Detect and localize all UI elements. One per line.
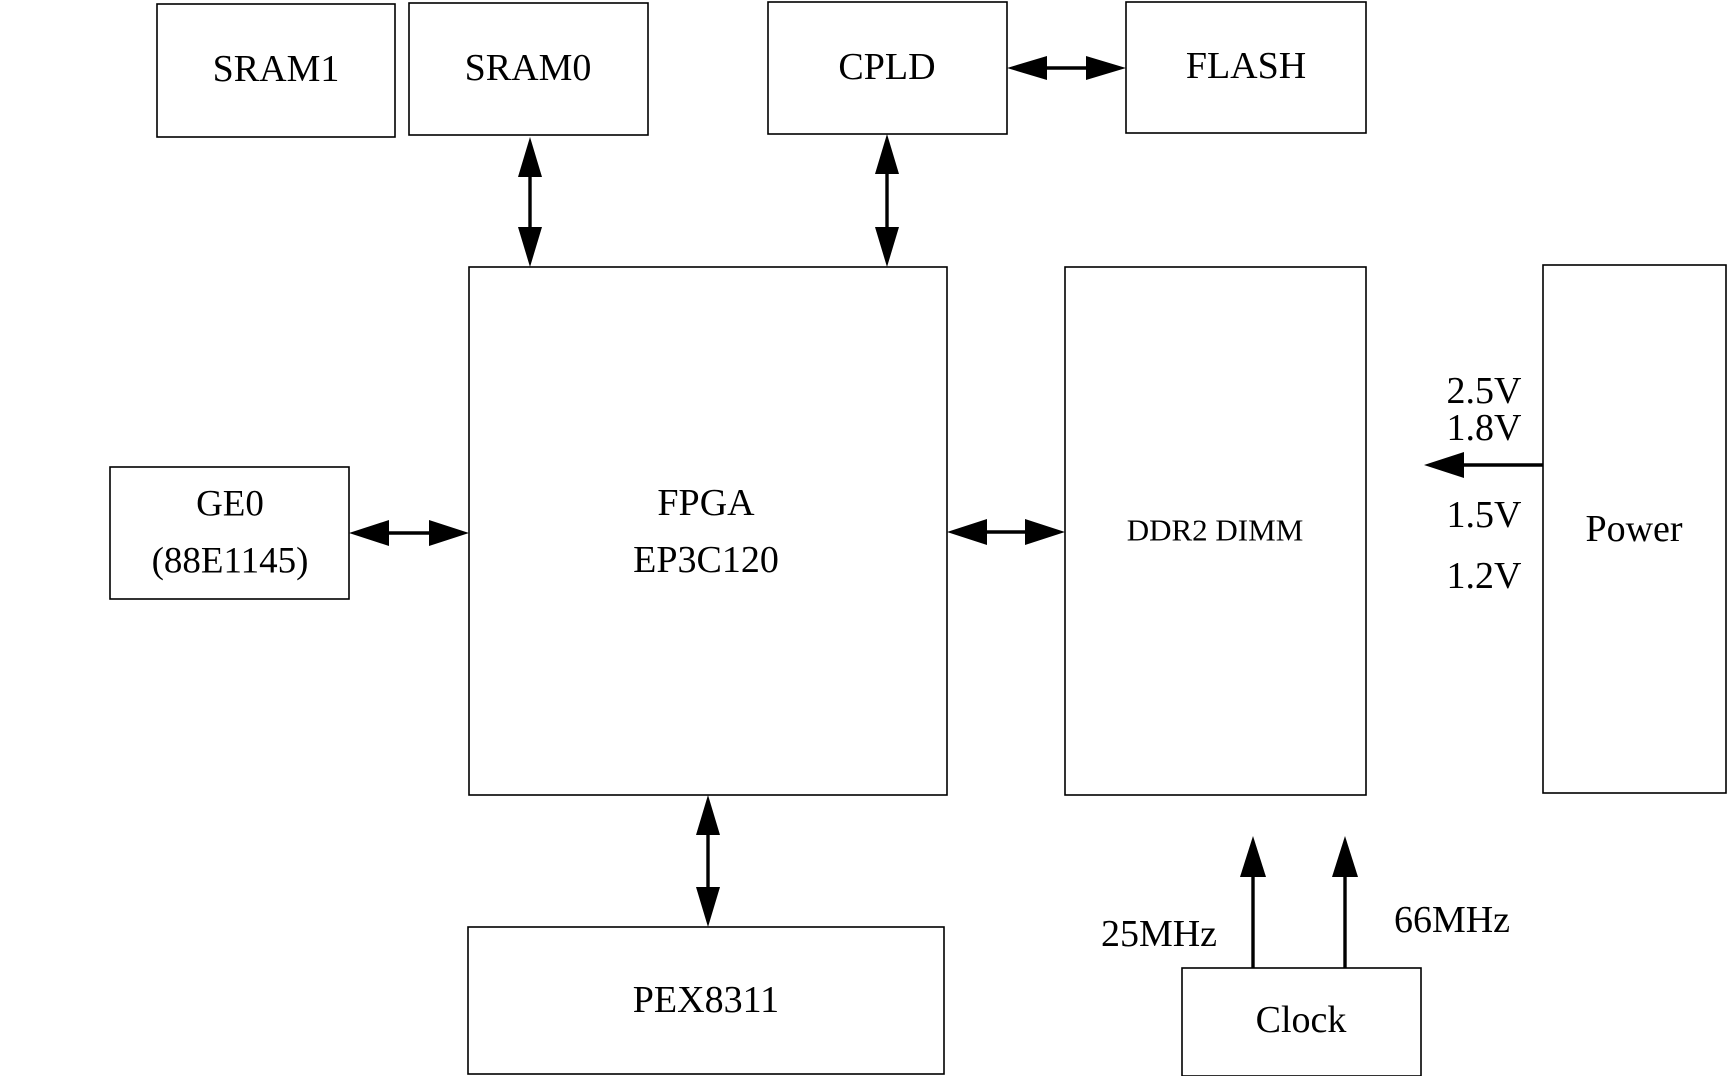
fpga-part-label: EP3C120	[633, 539, 779, 581]
sram0-label: SRAM0	[465, 47, 592, 89]
voltage-label: 1.8V	[1447, 407, 1523, 449]
cpld-flash-arrow	[1007, 56, 1126, 80]
power-block: Power	[1542, 264, 1727, 794]
cpld-label: CPLD	[838, 46, 935, 88]
cpld-fpga-arrow	[875, 134, 899, 267]
voltage-label: 1.2V	[1447, 555, 1523, 597]
sram1-block: SRAM1	[156, 3, 396, 138]
sram0-fpga-arrow	[518, 137, 542, 267]
flash-block: FLASH	[1125, 1, 1367, 134]
fpga-label: FPGA	[657, 482, 755, 524]
clock-66mhz-arrow	[1332, 836, 1358, 968]
fpga-ddr2-arrow	[947, 519, 1065, 545]
ddr2-dimm-block: DDR2 DIMM	[1064, 266, 1367, 796]
voltage-label: 1.5V	[1447, 494, 1523, 536]
pex8311-block: PEX8311	[467, 926, 945, 1075]
sram0-block: SRAM0	[408, 2, 649, 136]
power-supply-arrow	[1424, 452, 1543, 478]
ge0-fpga-arrow	[349, 520, 469, 546]
ddr2-dimm-label: DDR2 DIMM	[1127, 513, 1304, 548]
cpld-block: CPLD	[767, 1, 1008, 135]
fpga-block: FPGA EP3C120	[468, 266, 948, 796]
ge0-label: GE0	[196, 484, 264, 525]
fpga-pex8311-arrow	[696, 795, 720, 927]
clock-block: Clock	[1181, 967, 1422, 1076]
voltage-label: 2.5V	[1447, 370, 1523, 412]
sram1-label: SRAM1	[213, 48, 340, 90]
clock-25mhz-arrow	[1240, 836, 1266, 968]
ge0-block: GE0 (88E1145)	[109, 466, 350, 600]
power-label: Power	[1585, 508, 1682, 550]
clock-label: Clock	[1256, 999, 1347, 1041]
pex8311-label: PEX8311	[633, 979, 779, 1021]
clock-frequency-label: 25MHz	[1101, 913, 1217, 955]
flash-label: FLASH	[1186, 45, 1306, 87]
ge0-part-label: (88E1145)	[152, 541, 309, 582]
clock-frequency-label: 66MHz	[1394, 899, 1510, 941]
block-diagram: SRAM1 SRAM0 CPLD FLASH FPGA EP3C120 DDR2…	[109, 1, 1727, 1076]
